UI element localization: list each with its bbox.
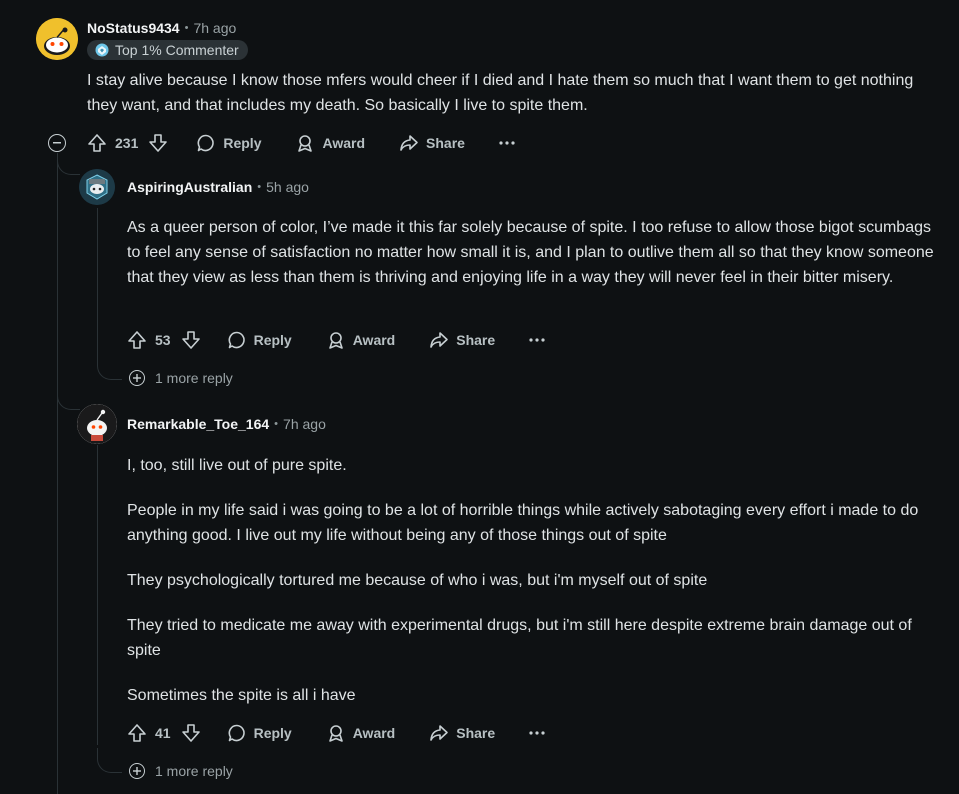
comment-actions: 53 Reply Award Share (127, 324, 545, 356)
share-label: Share (456, 332, 496, 348)
username[interactable]: AspiringAustralian (127, 179, 252, 195)
thread-connector-reply-2 (97, 748, 122, 773)
reply-label: Reply (253, 725, 292, 741)
collapse-button[interactable] (48, 134, 66, 152)
expand-icon (129, 370, 145, 386)
share-button[interactable]: Share (429, 330, 495, 350)
more-replies-label: 1 more reply (155, 763, 233, 779)
comment-meta: Remarkable_Toe_164 • 7h ago (127, 416, 326, 432)
thread-line-reply-1 (97, 208, 98, 358)
more-replies-label: 1 more reply (155, 370, 233, 386)
collapse-icon (53, 142, 61, 144)
comment-paragraph: They tried to medicate me away with expe… (127, 617, 912, 659)
user-badge: Top 1% Commenter (87, 40, 248, 60)
separator-dot: • (184, 22, 189, 34)
award-button[interactable]: Award (295, 133, 365, 153)
reply-bubble-icon (228, 331, 245, 349)
more-replies-link[interactable]: 1 more reply (129, 370, 233, 386)
award-icon (328, 725, 343, 742)
share-icon (430, 332, 449, 348)
avatar[interactable] (79, 169, 115, 205)
separator-dot: • (257, 181, 262, 193)
upvote-icon[interactable] (127, 723, 147, 743)
thread-connector-1 (57, 160, 80, 175)
vote-score: 231 (115, 135, 139, 151)
comment-paragraph: Sometimes the spite is all i have (127, 687, 356, 704)
reply-button[interactable]: Reply (227, 723, 292, 743)
award-label: Award (322, 135, 366, 151)
more-dots-icon (529, 338, 545, 342)
award-icon (298, 135, 313, 152)
thread-connector-2 (57, 395, 80, 410)
comment-actions: 41 Reply Award Share (127, 717, 545, 749)
more-dots-icon (529, 731, 545, 735)
separator-dot: • (274, 418, 279, 430)
downvote-icon[interactable] (181, 330, 201, 350)
award-label: Award (352, 725, 396, 741)
share-label: Share (456, 725, 496, 741)
award-button[interactable]: Award (326, 330, 396, 350)
avatar[interactable] (36, 18, 78, 60)
reply-button[interactable]: Reply (227, 330, 292, 350)
expand-icon (129, 763, 145, 779)
comment-paragraph: People in my life said i was going to be… (127, 502, 919, 544)
more-dots-icon (499, 141, 515, 145)
vote-score: 53 (155, 332, 171, 348)
more-options-button[interactable] (529, 338, 545, 342)
share-icon (430, 725, 449, 741)
share-button[interactable]: Share (399, 133, 465, 153)
comment-paragraph: As a queer person of color, I’ve made it… (127, 219, 934, 286)
reply-button[interactable]: Reply (196, 133, 261, 153)
timestamp[interactable]: 7h ago (193, 20, 236, 36)
comment-paragraph: I stay alive because I know those mfers … (87, 72, 914, 114)
thread-line-reply-2 (97, 445, 98, 745)
reply-bubble-icon (228, 724, 245, 742)
comment-actions: 231 Reply Award Share (87, 127, 515, 159)
downvote-icon[interactable] (181, 723, 201, 743)
badge-icon (95, 43, 109, 57)
thread-connector-reply-1 (97, 355, 122, 380)
comment-body: I stay alive because I know those mfers … (87, 68, 937, 118)
award-button[interactable]: Award (326, 723, 396, 743)
username[interactable]: Remarkable_Toe_164 (127, 416, 269, 432)
share-icon (400, 135, 418, 151)
comment-paragraph: I, too, still live out of pure spite. (127, 457, 347, 474)
award-label: Award (352, 332, 396, 348)
vote-group: 41 (127, 723, 201, 743)
downvote-icon[interactable] (148, 133, 168, 153)
snoo-avatar (36, 18, 78, 60)
comment-body: I, too, still live out of pure spite. Pe… (127, 453, 939, 708)
comment-meta: NoStatus9434 • 7h ago (87, 20, 236, 36)
comment-body: As a queer person of color, I’ve made it… (127, 215, 939, 290)
vote-group: 53 (127, 330, 201, 350)
snoo-avatar (79, 169, 115, 205)
reply-label: Reply (223, 135, 262, 151)
badge-label: Top 1% Commenter (115, 42, 239, 58)
share-button[interactable]: Share (429, 723, 495, 743)
award-icon (328, 332, 343, 349)
thread-line-main (57, 153, 58, 794)
upvote-icon[interactable] (87, 133, 107, 153)
comment-paragraph: They psychologically tortured me because… (127, 572, 708, 589)
reply-label: Reply (253, 332, 292, 348)
vote-score: 41 (155, 725, 171, 741)
more-options-button[interactable] (499, 141, 515, 145)
comment-meta: AspiringAustralian • 5h ago (127, 179, 309, 195)
username[interactable]: NoStatus9434 (87, 20, 180, 36)
share-label: Share (426, 135, 465, 151)
more-replies-link[interactable]: 1 more reply (129, 763, 233, 779)
vote-group: 231 (87, 133, 168, 153)
more-options-button[interactable] (529, 731, 545, 735)
timestamp[interactable]: 5h ago (266, 179, 309, 195)
timestamp[interactable]: 7h ago (283, 416, 326, 432)
avatar[interactable] (77, 404, 117, 444)
reply-bubble-icon (197, 134, 215, 152)
upvote-icon[interactable] (127, 330, 147, 350)
snoo-avatar (77, 404, 117, 444)
